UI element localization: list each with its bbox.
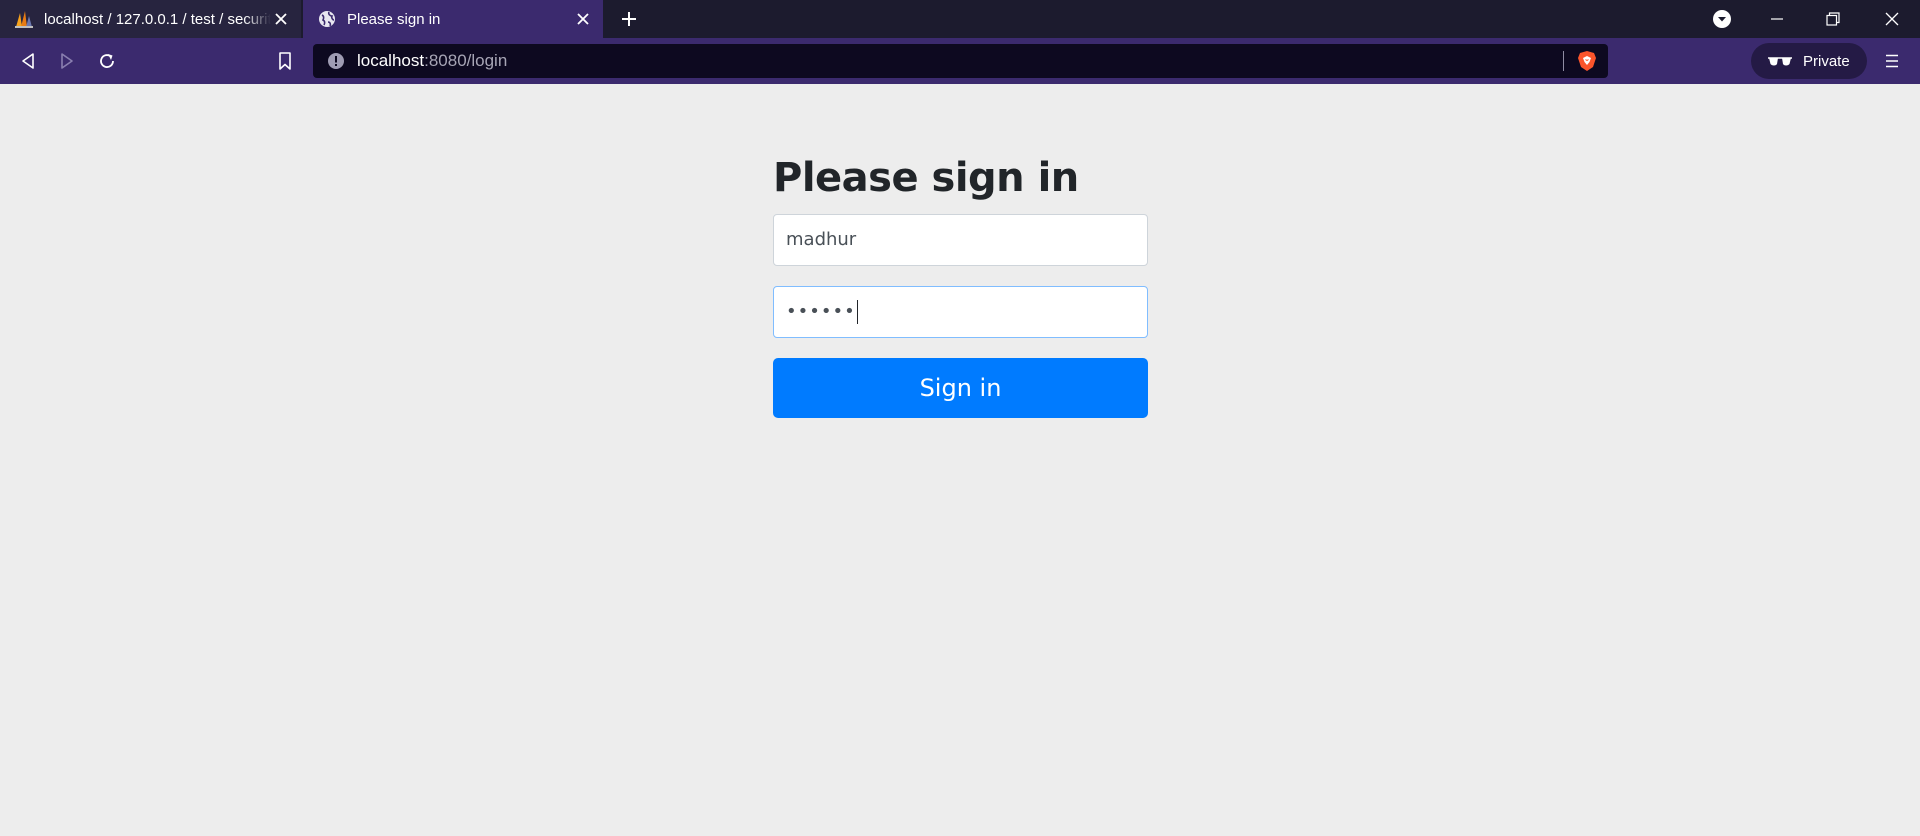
sign-in-form: Please sign in madhur •••••• Sign in [773, 154, 1148, 418]
globe-icon [317, 9, 337, 29]
private-glasses-icon [1767, 55, 1793, 67]
password-input[interactable]: •••••• [773, 286, 1148, 338]
reload-button[interactable] [95, 49, 119, 73]
private-label: Private [1803, 52, 1850, 70]
brave-shields-icon[interactable] [1576, 49, 1598, 73]
minimize-button[interactable] [1749, 0, 1805, 38]
tab-search-button[interactable] [1694, 0, 1750, 38]
minimize-icon [1771, 18, 1783, 20]
text-caret [856, 300, 859, 324]
address-bar[interactable]: localhost:8080/login [313, 44, 1608, 78]
browser-toolbar: localhost:8080/login Private [0, 38, 1920, 84]
tab-phpmyadmin[interactable]: localhost / 127.0.0.1 / test / securit [0, 0, 301, 38]
username-value: madhur [786, 229, 857, 250]
chevron-down-circle-icon [1713, 10, 1731, 28]
hamburger-menu-icon [1886, 54, 1898, 68]
bookmark-icon [279, 52, 291, 70]
address-bar-divider [1563, 51, 1564, 71]
page-content: Please sign in madhur •••••• Sign in [0, 84, 1920, 836]
private-window-badge[interactable]: Private [1751, 43, 1867, 79]
forward-arrow-icon [61, 53, 73, 69]
main-menu-button[interactable] [1880, 49, 1904, 73]
close-icon [1885, 12, 1899, 26]
forward-button[interactable] [55, 49, 79, 73]
new-tab-button[interactable] [617, 7, 641, 31]
tab-title: Please sign in [347, 10, 441, 28]
close-tab-icon[interactable] [271, 9, 291, 29]
url-text[interactable]: localhost:8080/login [357, 51, 1563, 71]
close-tab-icon[interactable] [573, 9, 593, 29]
bookmark-button[interactable] [273, 49, 297, 73]
back-arrow-icon [22, 53, 34, 69]
username-input[interactable]: madhur [773, 214, 1148, 266]
page-title: Please sign in [773, 155, 1079, 201]
url-path: :8080/login [424, 51, 508, 70]
back-button[interactable] [16, 49, 40, 73]
sign-in-button[interactable]: Sign in [773, 358, 1148, 418]
reload-icon [100, 54, 114, 68]
password-value: •••••• [786, 301, 856, 322]
tab-strip: localhost / 127.0.0.1 / test / securit P… [0, 0, 1920, 38]
restore-icon [1826, 12, 1840, 26]
url-host: localhost [357, 51, 425, 70]
tab-title: localhost / 127.0.0.1 / test / securit [44, 10, 271, 28]
site-info-icon[interactable] [327, 52, 345, 70]
phpmyadmin-icon [14, 9, 34, 29]
restore-button[interactable] [1805, 0, 1861, 38]
close-window-button[interactable] [1864, 0, 1920, 38]
tab-please-sign-in[interactable]: Please sign in [303, 0, 603, 38]
